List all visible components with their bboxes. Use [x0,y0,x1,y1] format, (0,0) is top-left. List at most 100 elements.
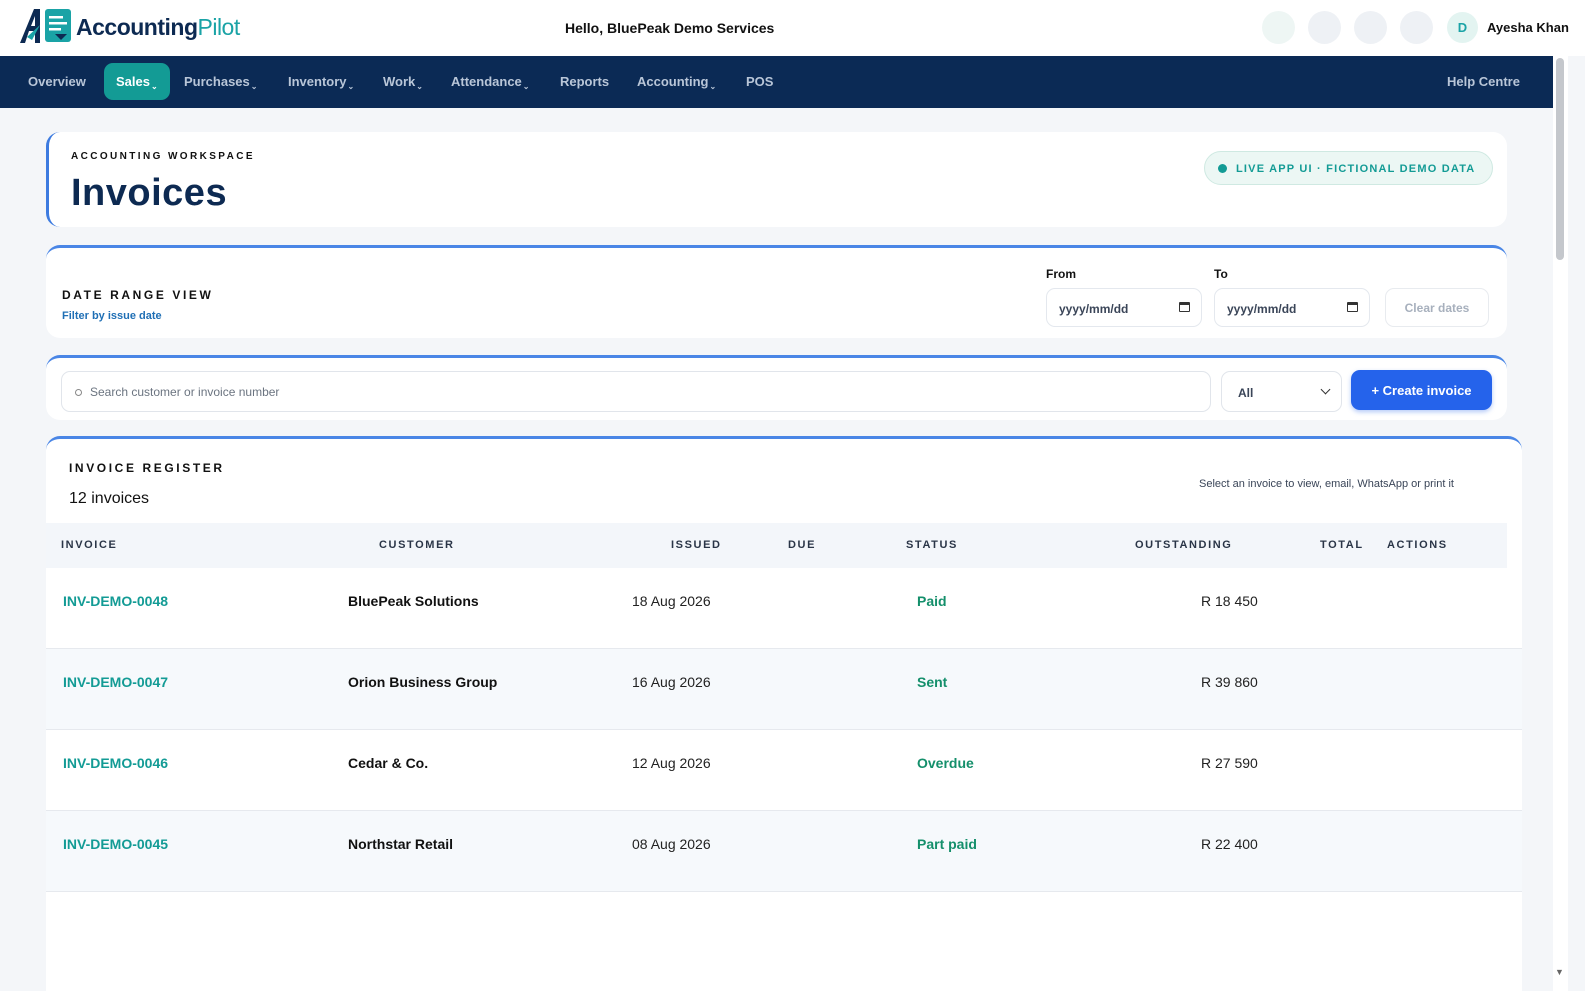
nav-item-overview[interactable]: Overview [28,74,86,89]
search-input[interactable]: Search customer or invoice number [61,371,1211,412]
user-name[interactable]: Ayesha Khan [1487,20,1569,35]
from-date-input[interactable]: yyyy/mm/dd [1046,288,1202,327]
nav-label: POS [746,74,774,89]
chevron-down-icon: ⌄ [250,82,258,91]
nav-label: Sales [116,74,150,89]
nav-item-sales[interactable]: Sales⌄ [116,74,158,91]
create-invoice-button[interactable]: + Create invoice [1351,370,1492,410]
nav-item-inventory[interactable]: Inventory⌄ [288,74,355,91]
search-card: Search customer or invoice number All + … [46,355,1507,420]
to-date-input[interactable]: yyyy/mm/dd [1214,288,1370,327]
settings-icon[interactable] [1354,11,1387,44]
scroll-down-icon[interactable]: ▼ [1555,967,1564,977]
customer-name: Northstar Retail [348,836,454,852]
invoice-number-link[interactable]: INV-DEMO-0046 [63,755,168,771]
col-actions: ACTIONS [1387,539,1448,551]
outstanding-amount: R 39 860 [1201,674,1258,690]
title-card: ACCOUNTING WORKSPACE Invoices LIVE APP U… [46,132,1507,227]
date-range-heading: DATE RANGE VIEW [62,288,214,302]
invoice-count: 12 invoices [69,490,150,507]
status-badge-text: LIVE APP UI · FICTIONAL DEMO DATA [1236,163,1476,175]
header-actions [1262,11,1433,44]
issued-date: 18 Aug 2026 [632,593,711,609]
outstanding-amount: R 18 450 [1201,593,1258,609]
chevron-down-icon: ⌄ [416,82,423,91]
col-total[interactable]: TOTAL [1320,539,1364,551]
nav-item-work[interactable]: Work⌄ [383,74,423,91]
nav-label: Accounting [637,74,709,89]
col-outstanding[interactable]: OUTSTANDING [1135,539,1232,551]
invoice-number-link[interactable]: INV-DEMO-0045 [63,836,168,852]
invoice-register-card: INVOICE REGISTER 12 invoices Select an i… [46,436,1522,991]
table-header: INVOICE CUSTOMER ISSUED DUE STATUS OUTST… [46,523,1507,568]
invoice-number-link[interactable]: INV-DEMO-0047 [63,674,168,690]
table-row[interactable]: INV-DEMO-0046 Cedar & Co. 12 Aug 2026 Ov… [46,730,1522,811]
table-row[interactable]: INV-DEMO-0048 BluePeak Solutions 18 Aug … [46,568,1522,649]
issued-date: 12 Aug 2026 [632,755,711,771]
calendar-icon[interactable] [1179,302,1190,312]
status-badge: Paid [917,593,947,609]
messages-icon[interactable] [1308,11,1341,44]
col-customer[interactable]: CUSTOMER [379,539,455,551]
nav-label: Purchases [184,74,250,89]
notifications-icon[interactable] [1262,11,1295,44]
logo-text-main: Accounting [76,13,198,40]
nav-item-accounting[interactable]: Accounting⌄ [637,74,717,91]
avatar[interactable]: D [1447,12,1478,43]
customer-name: BluePeak Solutions [348,593,479,609]
invoice-number-link[interactable]: INV-DEMO-0048 [63,593,168,609]
search-placeholder: Search customer or invoice number [90,385,280,399]
nav-label: Inventory [288,74,347,89]
issued-date: 08 Aug 2026 [632,836,711,852]
live-dot-icon [1218,164,1227,173]
nav-item-pos[interactable]: POS [746,74,773,89]
chevron-down-icon: ⌄ [709,82,717,91]
status-filter-select[interactable]: All [1221,371,1342,412]
to-label: To [1214,267,1228,281]
date-range-subheading: Filter by issue date [62,310,162,322]
customer-name: Orion Business Group [348,674,498,690]
nav-label: Overview [28,74,86,89]
help-centre-link[interactable]: Help Centre [1447,74,1520,89]
logo-text-accent: Pilot [197,13,241,40]
col-issued[interactable]: ISSUED [671,539,722,551]
logo-text: AccountingPilot [76,14,240,41]
nav-label: Reports [560,74,610,89]
table-row[interactable]: INV-DEMO-0047 Orion Business Group 16 Au… [46,649,1522,730]
chevron-down-icon: ⌄ [347,82,355,91]
chevron-down-icon: ⌄ [522,82,530,91]
scrollbar-thumb[interactable] [1556,58,1564,260]
col-invoice[interactable]: INVOICE [61,539,117,551]
customer-name: Cedar & Co. [348,755,429,771]
outstanding-amount: R 27 590 [1201,755,1258,771]
col-status[interactable]: STATUS [906,539,958,551]
nav-item-attendance[interactable]: Attendance⌄ [451,74,530,91]
calendar-icon[interactable] [1347,302,1358,312]
search-icon [75,389,82,396]
chevron-down-icon [1320,384,1331,395]
date-range-card: DATE RANGE VIEW Filter by issue date Fro… [46,245,1507,338]
table-row[interactable]: INV-DEMO-0045 Northstar Retail 08 Aug 20… [46,811,1522,892]
issued-date: 16 Aug 2026 [632,674,711,690]
nav-item-reports[interactable]: Reports [560,74,609,89]
from-date-placeholder: yyyy/mm/dd [1059,302,1129,316]
chevron-down-icon: ⌄ [150,82,158,91]
logo-mark-icon [18,7,74,47]
top-bar: AccountingPilot Hello, BluePeak Demo Ser… [0,0,1585,56]
status-badge: Part paid [917,836,977,852]
to-date-placeholder: yyyy/mm/dd [1227,302,1297,316]
status-filter-value: All [1238,386,1254,400]
page-title: Invoices [71,172,228,214]
register-heading: INVOICE REGISTER [69,461,225,475]
app-logo[interactable]: AccountingPilot [18,7,240,47]
nav-item-purchases[interactable]: Purchases⌄ [184,74,258,91]
nav-label: Attendance [451,74,522,89]
clear-dates-button[interactable]: Clear dates [1385,288,1489,327]
from-label: From [1046,267,1076,281]
status-badge: LIVE APP UI · FICTIONAL DEMO DATA [1204,151,1493,185]
apps-icon[interactable] [1400,11,1433,44]
status-badge: Overdue [917,755,974,771]
nav-label: Work [383,74,416,89]
outstanding-amount: R 22 400 [1201,836,1258,852]
col-due[interactable]: DUE [788,539,816,551]
